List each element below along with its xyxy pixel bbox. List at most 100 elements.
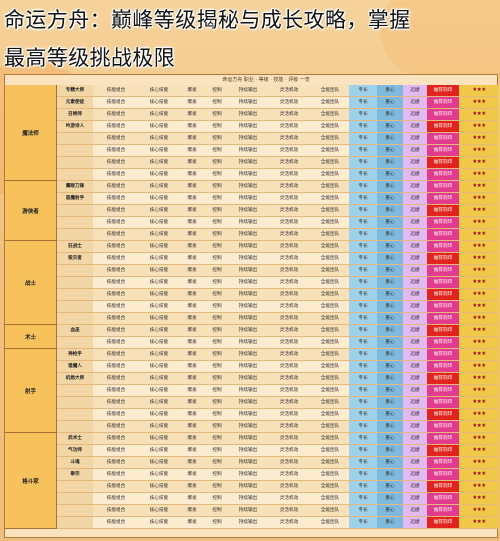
stat-swiftness-cell: 迅捷 xyxy=(403,109,427,120)
team-cell: 全能团队 xyxy=(320,364,340,369)
subclass-cell xyxy=(57,517,93,528)
control-cell: 控制 xyxy=(212,208,222,213)
team-cell: 全能团队 xyxy=(320,424,340,429)
team-cell: 全能团队 xyxy=(320,352,340,357)
stat-swiftness-cell: 迅捷 xyxy=(403,229,427,240)
team-cell: 全能团队 xyxy=(320,208,340,213)
class-group-label: 魔法师 xyxy=(5,85,57,180)
skill-cell: 技能组合 xyxy=(106,424,126,429)
burst-cell: 爆发 xyxy=(187,160,197,165)
engraving-cell: 推荐刻印 xyxy=(427,397,459,408)
stat-focus-cell: 重心 xyxy=(377,397,403,408)
mobility-cell: 灵活机动 xyxy=(279,100,299,105)
sustain-cell: 持续输出 xyxy=(238,352,258,357)
sustain-cell: 持续输出 xyxy=(238,400,258,405)
control-cell: 控制 xyxy=(212,496,222,501)
control-cell: 控制 xyxy=(212,424,222,429)
stat-specialization-cell: 专长 xyxy=(349,277,377,288)
rating-stars-cell: ★★★ xyxy=(459,133,499,144)
sustain-cell: 持续输出 xyxy=(238,220,258,225)
engraving-cell: 推荐刻印 xyxy=(427,241,459,252)
skill-cell: 技能组合 xyxy=(106,268,126,273)
control-cell: 控制 xyxy=(212,112,222,117)
stat-swiftness-cell: 迅捷 xyxy=(403,145,427,156)
class-group: 术士 血巫 技能组合 核心技能 爆发 控制 持续输出 灵活机动 全能团队 专长 重心 迅捷 推荐刻印 ★★… xyxy=(5,325,499,349)
team-cell: 全能团队 xyxy=(320,316,340,321)
table-row: 技能组合 核心技能 爆发 控制 持续输出 灵活机动 全能团队 专长 重心 迅捷 推荐刻印 ★★★ xyxy=(57,277,499,289)
skill-cell: 技能组合 xyxy=(106,292,126,297)
skill-cell: 技能组合 xyxy=(106,376,126,381)
team-cell: 全能团队 xyxy=(320,100,340,105)
sheet-title: 命运方舟 职业 · 等级 · 技能 · 评级 一览 xyxy=(222,77,310,83)
stat-swiftness-cell: 迅捷 xyxy=(403,397,427,408)
sustain-cell: 持续输出 xyxy=(238,112,258,117)
burst-cell: 爆发 xyxy=(187,328,197,333)
mobility-cell: 灵活机动 xyxy=(279,436,299,441)
stat-swiftness-cell: 迅捷 xyxy=(403,85,427,96)
stat-focus-cell: 重心 xyxy=(377,193,403,204)
engraving-cell: 推荐刻印 xyxy=(427,229,459,240)
stat-specialization-cell: 专长 xyxy=(349,145,377,156)
burst-cell: 爆发 xyxy=(187,280,197,285)
stat-swiftness-cell: 迅捷 xyxy=(403,445,427,456)
engraving-cell: 推荐刻印 xyxy=(427,121,459,132)
subclass-cell xyxy=(57,133,93,144)
skill-cell: 技能组合 xyxy=(106,388,126,393)
rating-stars-cell: ★★★ xyxy=(459,313,499,324)
control-cell: 控制 xyxy=(212,508,222,513)
stat-focus-cell: 重心 xyxy=(377,181,403,192)
stat-focus-cell: 重心 xyxy=(377,241,403,252)
headline-line-1: 命运方舟：巅峰等级揭秘与成长攻略，掌握 xyxy=(4,8,411,32)
sustain-cell: 持续输出 xyxy=(238,508,258,513)
rating-stars-cell: ★★★ xyxy=(459,253,499,264)
core-skill-cell: 核心技能 xyxy=(149,352,169,357)
stat-swiftness-cell: 迅捷 xyxy=(403,241,427,252)
stat-focus-cell: 重心 xyxy=(377,217,403,228)
class-tier-sheet: 命运方舟 职业 · 等级 · 技能 · 评级 一览 魔法师 专精大师 技能组合 核心技… xyxy=(4,74,499,538)
burst-cell: 爆发 xyxy=(187,496,197,501)
stat-specialization-cell: 专长 xyxy=(349,265,377,276)
subclass-cell xyxy=(57,505,93,516)
table-row: 技能组合 核心技能 爆发 控制 持续输出 灵活机动 全能团队 专长 重心 迅捷 推荐刻印 ★★★ xyxy=(57,157,499,169)
mobility-cell: 灵活机动 xyxy=(279,412,299,417)
stat-swiftness-cell: 迅捷 xyxy=(403,313,427,324)
burst-cell: 爆发 xyxy=(187,244,197,249)
stat-specialization-cell: 专长 xyxy=(349,385,377,396)
rating-stars-cell: ★★★ xyxy=(459,517,499,528)
core-skill-cell: 核心技能 xyxy=(149,448,169,453)
team-cell: 全能团队 xyxy=(320,88,340,93)
core-skill-cell: 核心技能 xyxy=(149,460,169,465)
sustain-cell: 持续输出 xyxy=(238,436,258,441)
core-skill-cell: 核心技能 xyxy=(149,436,169,441)
sustain-cell: 持续输出 xyxy=(238,88,258,93)
stat-specialization-cell: 专长 xyxy=(349,469,377,480)
skill-cell: 技能组合 xyxy=(106,340,126,345)
stat-swiftness-cell: 迅捷 xyxy=(403,469,427,480)
stat-swiftness-cell: 迅捷 xyxy=(403,217,427,228)
table-row: 技能组合 核心技能 爆发 控制 持续输出 灵活机动 全能团队 专长 重心 迅捷 推荐刻印 ★★★ xyxy=(57,169,499,181)
subclass-cell: 猎魔人 xyxy=(57,361,93,372)
mobility-cell: 灵活机动 xyxy=(279,448,299,453)
team-cell: 全能团队 xyxy=(320,484,340,489)
team-cell: 全能团队 xyxy=(320,148,340,153)
engraving-cell: 推荐刻印 xyxy=(427,349,459,360)
stat-focus-cell: 重心 xyxy=(377,469,403,480)
class-group: 战士 狂战士 技能组合 核心技能 爆发 控制 持续输出 灵活机动 全能团队 专长 重心 迅捷 推荐刻印 ★… xyxy=(5,241,499,325)
team-cell: 全能团队 xyxy=(320,520,340,525)
engraving-cell: 推荐刻印 xyxy=(427,517,459,528)
stat-specialization-cell: 专长 xyxy=(349,361,377,372)
stat-specialization-cell: 专长 xyxy=(349,349,377,360)
class-group-label: 射手 xyxy=(5,349,57,432)
stat-focus-cell: 重心 xyxy=(377,421,403,432)
control-cell: 控制 xyxy=(212,436,222,441)
stat-specialization-cell: 专长 xyxy=(349,337,377,348)
subclass-cell xyxy=(57,385,93,396)
stat-swiftness-cell: 迅捷 xyxy=(403,421,427,432)
engraving-cell: 推荐刻印 xyxy=(427,409,459,420)
engraving-cell: 推荐刻印 xyxy=(427,217,459,228)
core-skill-cell: 核心技能 xyxy=(149,268,169,273)
team-cell: 全能团队 xyxy=(320,376,340,381)
class-group: 游侠者 鹰眼刀锋 技能组合 核心技能 爆发 控制 持续输出 灵活机动 全能团队 专长 重心 迅捷 推荐刻… xyxy=(5,181,499,241)
subclass-cell: 专精大师 xyxy=(57,85,93,96)
mobility-cell: 灵活机动 xyxy=(279,328,299,333)
